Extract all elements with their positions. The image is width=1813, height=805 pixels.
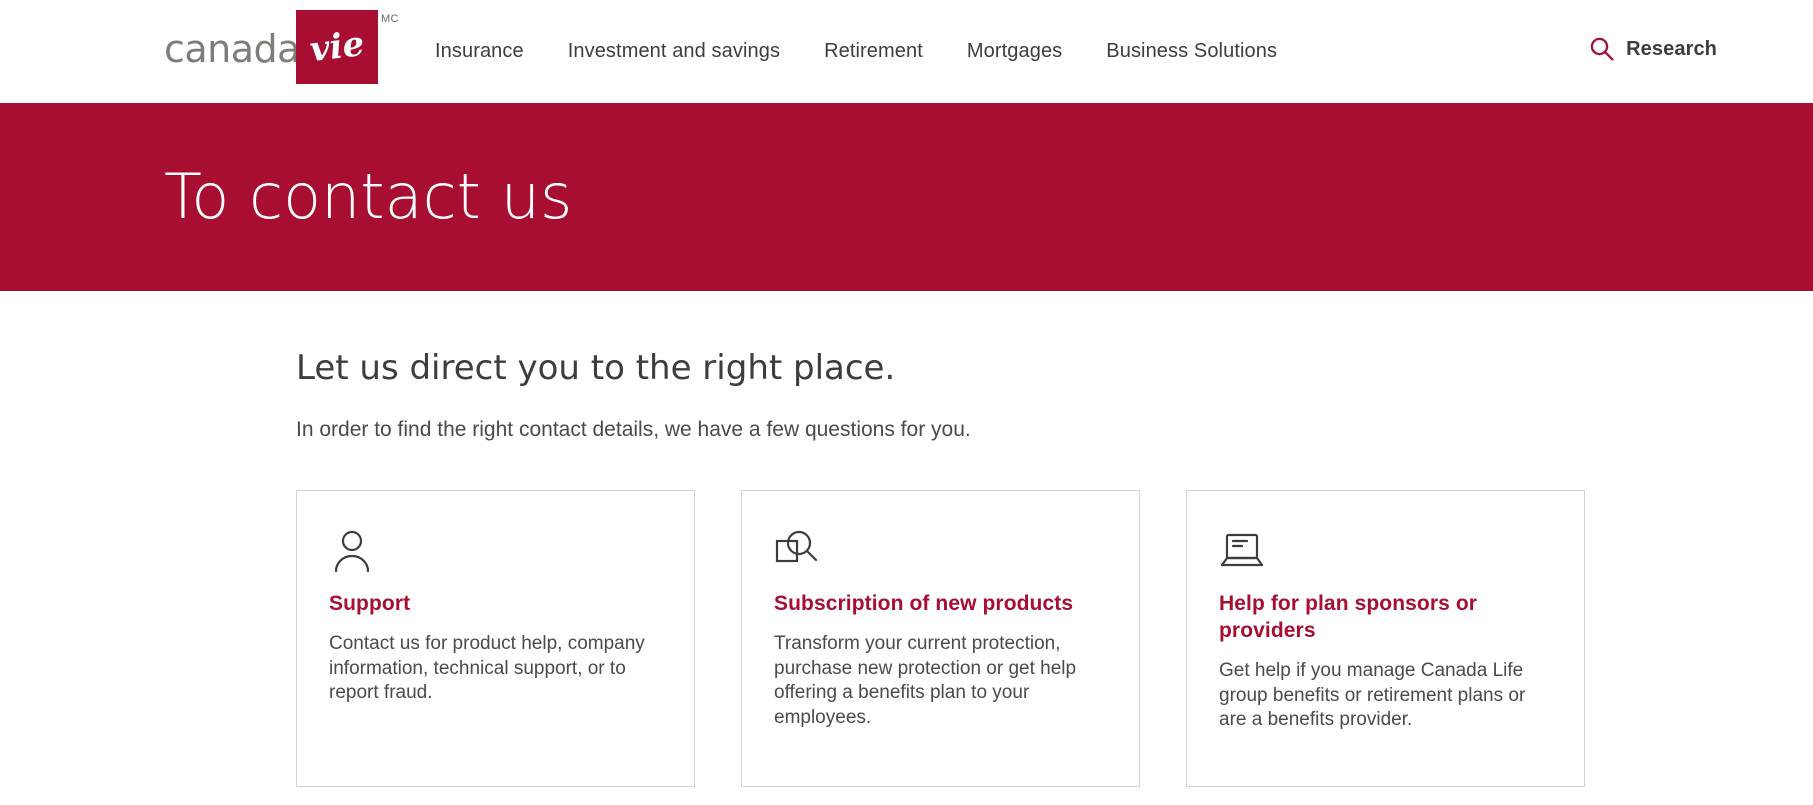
person-icon [334,531,370,573]
card-description: Get help if you manage Canada Life group… [1219,659,1526,731]
card-title: Subscription of new products [774,592,1074,616]
contact-card-grid: Support Contact us for product help, com… [296,490,1813,788]
card-description: Transform your current protection, purch… [774,633,1077,729]
logo-wordmark: canada [164,27,300,71]
site-header: canada vie MC Insurance Investment and s… [0,0,1813,103]
nav-item-investment-and-savings[interactable]: Investment and savings [568,36,780,67]
section-heading: Let us direct you to the right place. [296,348,896,388]
research-search-button[interactable]: Research [1585,32,1721,66]
search-icon [1590,37,1614,61]
nav-item-retirement[interactable]: Retirement [824,36,923,67]
logo-mark-square: vie [295,10,378,84]
research-label: Research [1626,37,1717,60]
card-title: Support [329,592,411,616]
card-description: Contact us for product help, company inf… [329,633,645,704]
logo-vie-script: vie [307,23,367,71]
logo-trademark: MC [380,13,399,25]
nav-item-insurance[interactable]: Insurance [435,36,524,67]
page-title: To contact us [164,160,573,234]
laptop-icon [1220,534,1264,567]
card-subscription-of-new-products[interactable]: Subscription of new products Transform y… [741,490,1140,788]
site-logo[interactable]: canada vie MC [164,10,399,84]
page-root: canada vie MC Insurance Investment and s… [0,0,1813,805]
main-content: Let us direct you to the right place. In… [0,291,1813,788]
card-title: Help for plan sponsors or providers [1219,592,1478,643]
primary-navigation: Insurance Investment and savings Retirem… [435,36,1277,67]
hero-banner: To contact us [0,103,1813,291]
card-support[interactable]: Support Contact us for product help, com… [296,490,695,788]
nav-item-business-solutions[interactable]: Business Solutions [1106,36,1277,67]
magnifier-document-icon [775,531,818,563]
nav-item-mortgages[interactable]: Mortgages [967,36,1062,67]
section-subheading: In order to find the right contact detai… [296,417,971,441]
card-help-for-plan-sponsors-or-providers[interactable]: Help for plan sponsors or providers Get … [1186,490,1585,788]
